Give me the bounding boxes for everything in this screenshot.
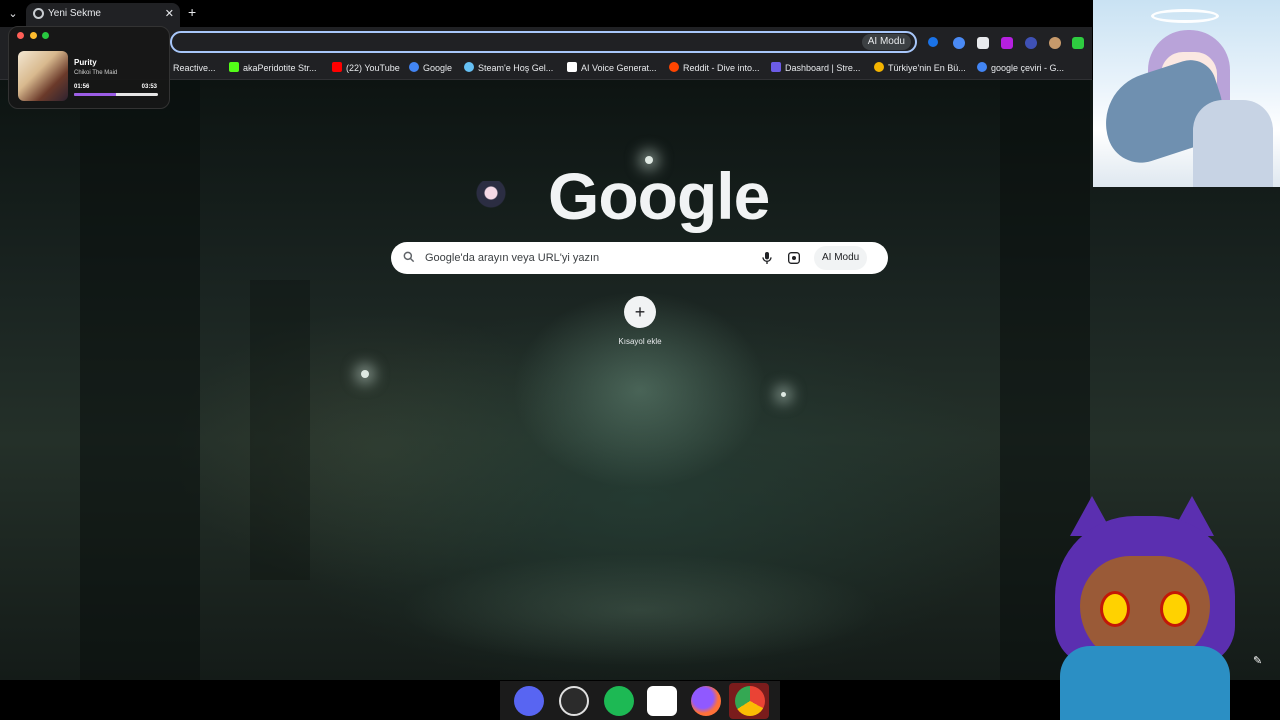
dock-item-chrome[interactable] (729, 683, 769, 719)
vtuber-webcam-overlay (1092, 0, 1280, 187)
add-shortcut-label: Kısayol ekle (618, 337, 662, 346)
discord-icon (514, 686, 544, 716)
album-art (18, 51, 68, 101)
search-input[interactable] (425, 248, 745, 268)
firefox-icon (691, 686, 721, 716)
google-lens-icon[interactable] (786, 250, 802, 266)
turkish-site-icon (874, 62, 884, 72)
tab-title: Yeni Sekme (48, 8, 101, 19)
track-progress-bar[interactable] (74, 93, 158, 96)
vtuber-avatar-overlay (1030, 496, 1280, 720)
extension-purple-icon[interactable] (1001, 37, 1013, 49)
track-current-time: 01:56 (74, 84, 90, 90)
bookmark-item[interactable]: google çeviri - G... (977, 61, 1064, 75)
obs-icon (559, 686, 589, 716)
new-tab-plus-icon[interactable]: + (188, 4, 196, 20)
dock-item-obs[interactable] (553, 683, 593, 719)
google-logo: Google (548, 159, 770, 233)
extension-audio-icon[interactable] (928, 37, 938, 47)
window-maximize-dot-icon[interactable] (42, 32, 49, 39)
bookmark-item[interactable]: AI Voice Generat... (567, 61, 657, 75)
kick-icon (229, 62, 239, 72)
doodle-mascot (475, 181, 507, 213)
add-shortcut-button[interactable]: + Kısayol ekle (616, 296, 664, 346)
dock-item-vrchat[interactable] (641, 683, 681, 719)
plus-icon: + (624, 296, 656, 328)
google-icon (409, 62, 419, 72)
google-icon (977, 62, 987, 72)
bookmark-item[interactable]: Dashboard | Stre... (771, 61, 860, 75)
steam-icon (464, 62, 474, 72)
dock-item-firefox[interactable] (685, 683, 725, 719)
microphone-icon[interactable] (759, 250, 775, 266)
extension-translate-icon[interactable] (953, 37, 965, 49)
extension-window-icon[interactable] (977, 37, 989, 49)
window-close-dot-icon[interactable] (17, 32, 24, 39)
address-bar[interactable]: AI Modu (170, 31, 917, 53)
extension-blue-icon[interactable] (1025, 37, 1037, 49)
taskbar-dock (500, 681, 780, 720)
extension-avatar-icon[interactable] (1049, 37, 1061, 49)
track-title: Purity (74, 58, 97, 67)
desktop-screen: ⌄ Yeni Sekme ✕ + AI Modu Reactive... aka… (0, 0, 1280, 720)
chrome-favicon-icon (33, 8, 44, 19)
window-minimize-dot-icon[interactable] (30, 32, 37, 39)
track-artist: Chikoi The Maid (74, 70, 118, 76)
dock-item-discord[interactable] (508, 683, 548, 719)
ai-voice-icon (567, 62, 577, 72)
spotify-icon (604, 686, 634, 716)
tab-strip: ⌄ Yeni Sekme ✕ + (0, 0, 1092, 27)
reddit-icon (669, 62, 679, 72)
track-duration: 03:53 (141, 84, 157, 90)
vrchat-icon (647, 686, 677, 716)
bookmark-item[interactable]: Reddit - Dive into... (669, 61, 760, 75)
dock-item-spotify[interactable] (598, 683, 638, 719)
bookmark-item[interactable]: Steam'e Hoş Gel... (464, 61, 553, 75)
extension-green-icon[interactable] (1072, 37, 1084, 49)
chrome-icon (735, 686, 765, 716)
track-progress-fill (74, 93, 116, 96)
youtube-icon (332, 62, 342, 72)
search-icon (403, 251, 415, 263)
bookmark-item[interactable]: Türkiye'nin En Bü... (874, 61, 966, 75)
tab-search-dropdown-icon[interactable]: ⌄ (5, 6, 21, 22)
tab-new-tab[interactable]: Yeni Sekme ✕ (26, 3, 180, 27)
bookmark-item[interactable]: akaPeridotite Str... (229, 61, 317, 75)
ai-mode-button[interactable]: AI Modu (814, 246, 868, 270)
newtab-search-box[interactable]: AI Modu (391, 242, 888, 274)
tab-close-icon[interactable]: ✕ (165, 7, 174, 20)
music-player-widget[interactable]: Purity Chikoi The Maid 01:56 03:53 (8, 26, 170, 109)
omnibox-ai-mode-chip[interactable]: AI Modu (861, 34, 911, 50)
bookmark-item[interactable]: Google (409, 61, 452, 75)
streamlabs-icon (771, 62, 781, 72)
bookmark-item[interactable]: (22) YouTube (332, 61, 400, 75)
bookmark-item[interactable]: Reactive... (173, 61, 216, 75)
